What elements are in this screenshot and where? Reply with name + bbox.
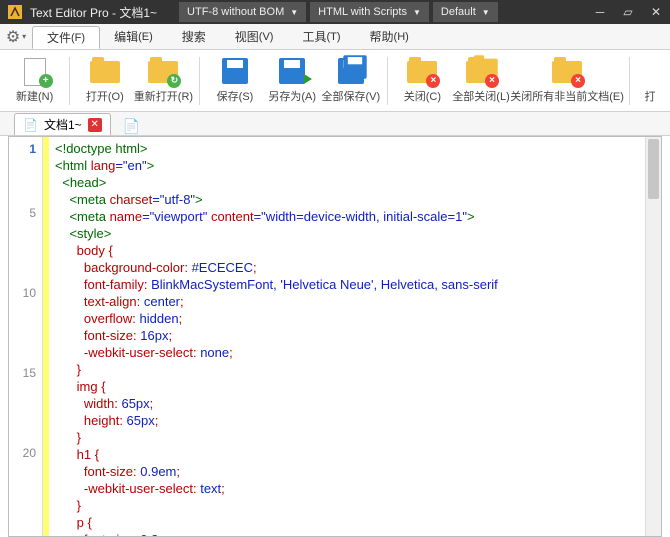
menubar: ⚙▾ 文件(F) 编辑(E) 搜索 视图(V) 工具(T) 帮助(H) (0, 24, 670, 50)
chevron-down-icon: ▼ (413, 8, 421, 17)
profile-dropdown[interactable]: Default▼ (433, 2, 498, 22)
closeall-button[interactable]: ×全部关闭(L) (453, 52, 509, 110)
encoding-dropdown[interactable]: UTF-8 without BOM▼ (179, 2, 306, 22)
saveas-button[interactable]: 另存为(A) (266, 52, 319, 110)
document-tab[interactable]: 📄 文档1~ ✕ (14, 113, 111, 135)
line-gutter: 1 5 10 15 20 (9, 137, 43, 536)
chevron-down-icon: ▼ (290, 8, 298, 17)
arrow-icon (304, 74, 312, 84)
scrollbar-thumb[interactable] (648, 139, 659, 199)
maximize-button[interactable]: ▱ (614, 0, 642, 24)
plus-icon: + (39, 74, 53, 88)
save-button[interactable]: 保存(S) (208, 52, 261, 110)
open-button[interactable]: 打开(O) (78, 52, 131, 110)
saveall-button[interactable]: 全部保存(V) (323, 52, 379, 110)
reopen-button[interactable]: ↻重新打开(R) (135, 52, 191, 110)
app-title: Text Editor Pro - 文档1~ (30, 4, 177, 21)
refresh-icon: ↻ (167, 74, 181, 88)
code-area[interactable]: <!doctype html> <html lang="en"> <head> … (49, 137, 661, 536)
app-icon (6, 3, 24, 21)
scrollbar[interactable] (645, 137, 661, 536)
editor: 1 5 10 15 20 <!doctype html> <html lang=… (8, 136, 662, 537)
menu-tools[interactable]: 工具(T) (288, 24, 355, 49)
tab-label: 文档1~ (44, 116, 82, 133)
menu-view[interactable]: 视图(V) (221, 24, 289, 49)
tab-close-button[interactable]: ✕ (88, 118, 102, 132)
minimize-button[interactable]: ─ (586, 0, 614, 24)
menu-search[interactable]: 搜索 (168, 24, 221, 49)
chevron-down-icon: ▼ (482, 8, 490, 17)
toolbar: +新建(N) 打开(O) ↻重新打开(R) 保存(S) 另存为(A) 全部保存(… (0, 50, 670, 112)
titlebar: Text Editor Pro - 文档1~ UTF-8 without BOM… (0, 0, 670, 24)
close-window-button[interactable]: ✕ (642, 0, 670, 24)
document-tabs: 📄 文档1~ ✕ 📄 (0, 112, 670, 136)
file-icon: 📄 (23, 118, 38, 132)
new-button[interactable]: +新建(N) (8, 52, 61, 110)
menu-edit[interactable]: 编辑(E) (100, 24, 168, 49)
x-icon: × (485, 74, 499, 88)
close-others-button[interactable]: ×关闭所有非当前文档(E) (513, 52, 621, 110)
x-icon: × (571, 74, 585, 88)
menu-help[interactable]: 帮助(H) (356, 24, 424, 49)
settings-button[interactable]: ⚙▾ (0, 24, 32, 49)
new-tab-button[interactable]: 📄 (119, 118, 144, 135)
print-button[interactable]: 打 (638, 52, 662, 110)
x-icon: × (426, 74, 440, 88)
menu-file[interactable]: 文件(F) (32, 26, 100, 49)
language-dropdown[interactable]: HTML with Scripts▼ (310, 2, 429, 22)
close-button[interactable]: ×关闭(C) (396, 52, 449, 110)
